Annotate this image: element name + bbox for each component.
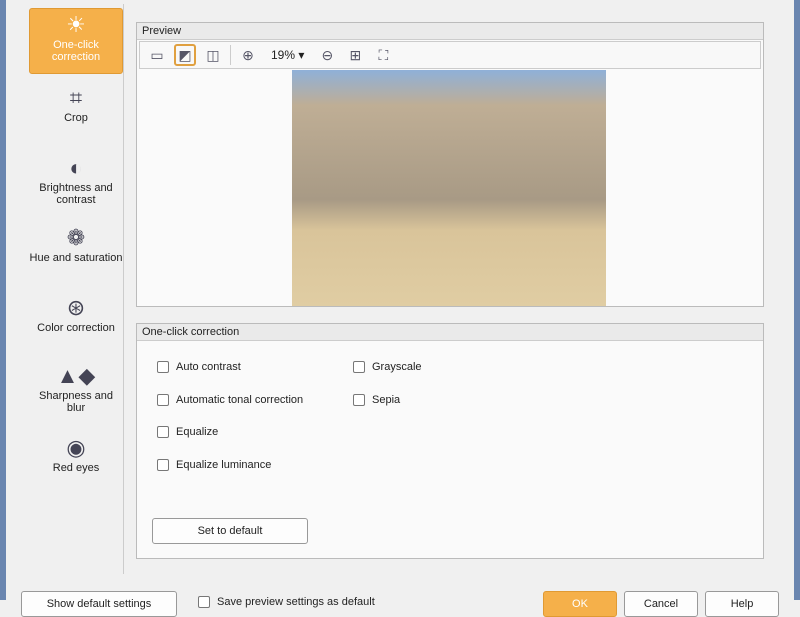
cancel-button[interactable]: Cancel (624, 591, 698, 617)
zoom-in-icon[interactable]: ⊕ (237, 44, 259, 66)
fit-screen-icon[interactable]: ⛶ (372, 44, 394, 66)
sidebar: ☀ One-click correction ⌗ Crop ◐ Brightness … (24, 4, 124, 574)
actual-size-icon[interactable]: ⊞ (344, 44, 366, 66)
checkbox-label: Equalize luminance (176, 459, 272, 471)
drops-icon: ▲◆ (56, 363, 96, 388)
ok-button[interactable]: OK (543, 591, 617, 617)
sidebar-item-sharpness[interactable]: ▲◆ Sharpness and blur (29, 360, 123, 415)
checkbox-label: Automatic tonal correction (176, 394, 304, 406)
sidebar-item-label: Brightness and contrast (39, 182, 113, 206)
correction-panel: One-click correction Auto contrast Autom… (136, 323, 764, 559)
sidebar-item-one-click[interactable]: ☀ One-click correction (29, 8, 123, 74)
equalize-checkbox[interactable]: Equalize (157, 426, 218, 438)
sidebar-item-label: Sharpness and blur (39, 390, 113, 414)
preview-image (292, 70, 606, 306)
help-button[interactable]: Help (705, 591, 779, 617)
sidebar-item-label: Red eyes (52, 462, 100, 474)
save-settings-checkbox[interactable]: Save preview settings as default (198, 596, 375, 608)
auto-tonal-checkbox[interactable]: Automatic tonal correction (157, 394, 303, 406)
sidebar-item-label: Color correction (37, 322, 115, 334)
sidebar-item-label: Hue and saturation (29, 252, 123, 264)
side-by-side-icon[interactable]: ◫ (202, 44, 224, 66)
palette-icon: ❁ (66, 225, 86, 250)
checkbox-label: Save preview settings as default (217, 596, 375, 608)
auto-contrast-checkbox[interactable]: Auto contrast (157, 361, 241, 373)
sidebar-item-color[interactable]: ⊛ Color correction (29, 292, 123, 335)
equalize-luminance-checkbox[interactable]: Equalize luminance (157, 459, 271, 471)
set-default-button[interactable]: Set to default (152, 518, 308, 544)
zoom-select[interactable]: 19% ▾ (265, 48, 310, 62)
checkbox-label: Equalize (176, 426, 219, 438)
color-circles-icon: ⊛ (66, 295, 86, 320)
sun-icon: ☀ (66, 12, 86, 37)
zoom-out-icon[interactable]: ⊖ (316, 44, 338, 66)
dialog-window: ☀ One-click correction ⌗ Crop ◐ Brightness … (0, 0, 800, 617)
checkbox-label: Sepia (372, 394, 401, 406)
brightness-icon: ◐ (69, 155, 83, 180)
crop-icon: ⌗ (69, 85, 83, 110)
eye-icon: ◉ (66, 435, 86, 460)
preview-title: Preview (137, 23, 763, 40)
sidebar-item-label: One-click correction (51, 39, 101, 63)
preview-toolbar: ▭ ◩ ◫ ⊕ 19% ▾ ⊖ ⊞ ⛶ (139, 41, 761, 69)
sidebar-item-hue[interactable]: ❁ Hue and saturation (29, 222, 123, 265)
correction-title: One-click correction (137, 324, 763, 341)
zoom-value: 19% (271, 48, 296, 62)
sidebar-item-crop[interactable]: ⌗ Crop (29, 82, 123, 125)
sidebar-item-brightness[interactable]: ◐ Brightness and contrast (29, 152, 123, 207)
show-default-button[interactable]: Show default settings (21, 591, 177, 617)
checkbox-label: Auto contrast (176, 361, 241, 373)
single-view-icon[interactable]: ▭ (146, 44, 168, 66)
sidebar-item-red-eyes[interactable]: ◉ Red eyes (29, 432, 123, 475)
checkbox-label: Grayscale (372, 361, 422, 373)
sepia-checkbox[interactable]: Sepia (353, 394, 400, 406)
grayscale-checkbox[interactable]: Grayscale (353, 361, 422, 373)
preview-panel: Preview ▭ ◩ ◫ ⊕ 19% ▾ ⊖ ⊞ ⛶ (136, 22, 764, 307)
split-diagonal-icon[interactable]: ◩ (174, 44, 196, 66)
sidebar-item-label: Crop (64, 112, 88, 124)
